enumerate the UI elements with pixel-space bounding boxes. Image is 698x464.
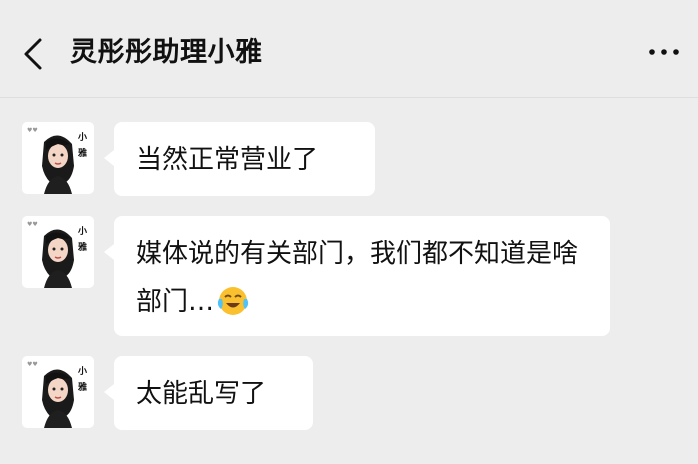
message-row: ♥♥ 小雅 太能乱写了 [0,356,698,430]
message-text: 媒体说的有关部门，我们都不知道是啥部门… [136,239,579,317]
avatar-logo: ♥♥ [27,127,38,134]
chat-title: 灵彤彤助理小雅 [70,37,263,68]
avatar-logo: ♥♥ [27,221,38,228]
message-text: 当然正常营业了 [136,145,319,175]
more-dots-icon[interactable] [648,46,680,58]
avatar-logo: ♥♥ [27,361,38,368]
message-bubble[interactable]: 媒体说的有关部门，我们都不知道是啥部门… [104,216,610,336]
chevron-left-icon[interactable] [20,34,48,74]
avatar-name-label: 小雅 [78,227,88,253]
avatar-name-label: 小雅 [78,367,88,393]
face-with-tears-of-joy-icon [217,287,249,315]
message-text: 太能乱写了 [136,379,267,409]
avatar[interactable]: ♥♥ 小雅 [22,216,94,288]
chat-header: 灵彤彤助理小雅 [0,0,698,98]
avatar[interactable]: ♥♥ 小雅 [22,122,94,194]
message-bubble[interactable]: 太能乱写了 [104,356,313,430]
message-bubble[interactable]: 当然正常营业了 [104,122,375,196]
message-row: ♥♥ 小雅 媒体说的有关部门，我们都不知道是啥部门… [0,216,698,336]
avatar-name-label: 小雅 [78,133,88,159]
avatar[interactable]: ♥♥ 小雅 [22,356,94,428]
message-row: ♥♥ 小雅 当然正常营业了 [0,122,698,196]
